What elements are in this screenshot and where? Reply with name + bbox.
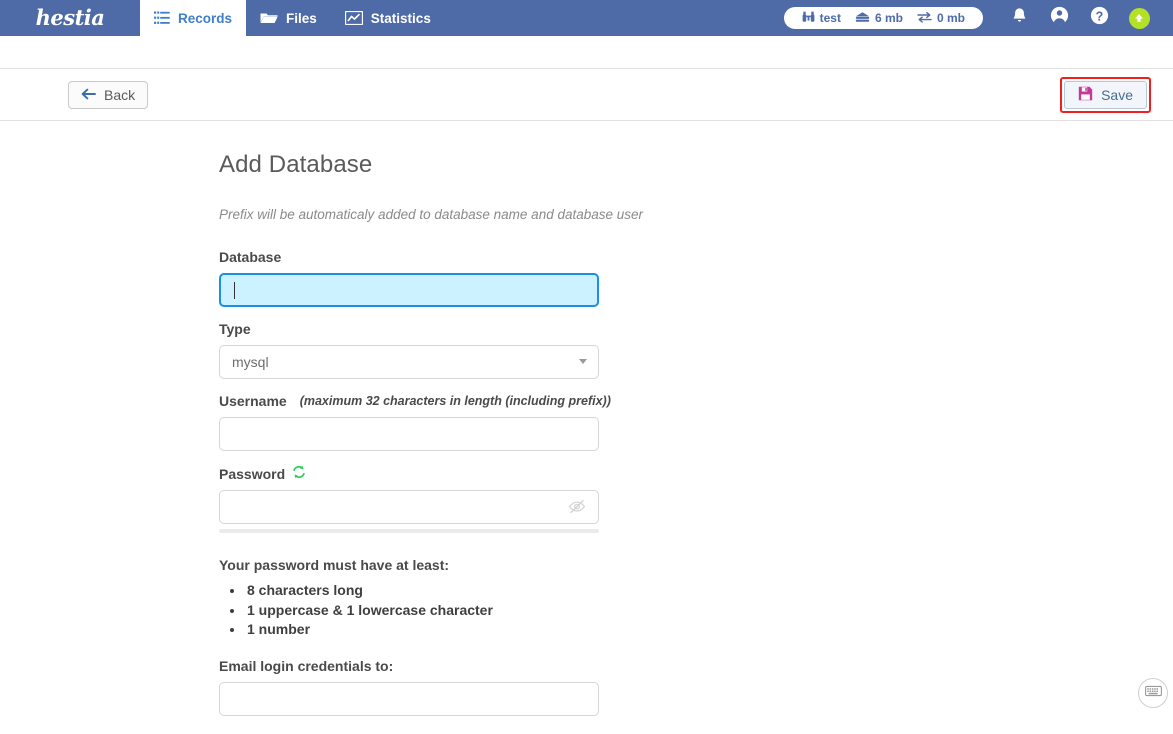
nav-tab-records[interactable]: Records <box>140 0 247 36</box>
exchange-icon <box>917 11 932 26</box>
field-email: Email login credentials to: <box>219 658 1173 716</box>
stat-disk-label: 6 mb <box>874 11 903 25</box>
nav-tab-files-label: Files <box>286 10 317 26</box>
username-hint: (maximum 32 characters in length (includ… <box>299 394 611 408</box>
save-button[interactable]: Save <box>1064 80 1147 109</box>
type-label: Type <box>219 321 251 337</box>
bell-icon <box>1011 7 1028 30</box>
help-button[interactable]: ? <box>1079 0 1119 36</box>
chart-line-icon <box>344 11 363 25</box>
nav-tab-statistics-label: Statistics <box>370 10 431 26</box>
action-toolbar: Back Save <box>0 69 1173 121</box>
floppy-save-icon <box>1078 86 1093 104</box>
stat-disk: 6 mb <box>848 11 910 26</box>
brand-text: hestia <box>35 4 105 30</box>
eye-slash-icon[interactable] <box>568 498 586 520</box>
email-label: Email login credentials to: <box>219 657 394 674</box>
type-select-value: mysql <box>232 354 269 370</box>
sub-navigation-band <box>0 36 1173 69</box>
database-input-wrap <box>219 273 599 307</box>
navbar-right-area: test 6 mb 0 mb ? <box>783 0 1173 36</box>
nav-tab-statistics[interactable]: Statistics <box>331 0 445 36</box>
stat-bandwidth-label: 0 mb <box>936 11 965 25</box>
hestia-logo[interactable]: hestia <box>0 0 140 36</box>
password-requirements-title: Your password must have at least: <box>219 557 450 573</box>
password-requirements-list: 8 characters long 1 uppercase & 1 lowerc… <box>219 581 1173 640</box>
database-label: Database <box>219 249 282 265</box>
password-input[interactable] <box>219 490 599 524</box>
question-circle-icon: ? <box>1090 6 1109 30</box>
upgrade-arrow-icon <box>1128 7 1150 29</box>
field-database: Database <box>219 249 1173 307</box>
database-input[interactable] <box>219 273 599 307</box>
password-label: Password <box>219 465 286 482</box>
field-password: Password <box>219 465 1173 533</box>
nav-tab-records-label: Records <box>178 10 233 26</box>
text-caret <box>234 282 235 299</box>
username-label: Username <box>219 393 287 409</box>
password-requirements: Your password must have at least: 8 char… <box>219 557 1173 640</box>
field-type: Type mysql <box>219 321 1173 379</box>
password-label-row: Password <box>219 465 1173 482</box>
binoculars-icon <box>802 11 815 26</box>
database-icon <box>855 11 870 26</box>
form-note: Prefix will be automaticaly added to dat… <box>219 207 644 222</box>
refresh-generate-icon[interactable] <box>292 465 306 482</box>
email-input-wrap <box>219 681 599 716</box>
primary-nav-tabs: Records Files Statistics <box>140 0 445 36</box>
top-navbar: hestia Records Files Statistics test 6 m… <box>0 0 1173 36</box>
stat-user: test <box>795 11 848 26</box>
email-input[interactable] <box>219 681 599 716</box>
stat-bandwidth: 0 mb <box>910 11 972 26</box>
back-button[interactable]: Back <box>68 80 149 109</box>
tasks-icon <box>154 11 170 25</box>
upgrade-button[interactable] <box>1119 0 1159 36</box>
notifications-button[interactable] <box>999 0 1039 36</box>
password-input-wrap <box>219 490 599 524</box>
svg-text:?: ? <box>1095 9 1103 23</box>
folder-icon <box>260 11 278 25</box>
username-label-row: Username (maximum 32 characters in lengt… <box>219 393 1173 409</box>
main-content: Add Database Prefix will be automaticaly… <box>0 121 1173 733</box>
stat-user-label: test <box>819 11 841 25</box>
username-input[interactable] <box>219 417 599 451</box>
account-button[interactable] <box>1039 0 1079 36</box>
save-button-highlight: Save <box>1060 76 1151 113</box>
save-button-label: Save <box>1101 86 1133 103</box>
onscreen-keyboard-button[interactable] <box>1138 678 1168 708</box>
arrow-left-icon <box>81 87 96 103</box>
username-input-wrap <box>219 417 599 451</box>
user-circle-icon <box>1050 6 1069 30</box>
password-strength-bar <box>219 529 599 533</box>
nav-tab-files[interactable]: Files <box>246 0 331 36</box>
requirement-item: 1 number <box>245 620 1173 640</box>
type-select[interactable]: mysql <box>219 345 599 379</box>
page-title: Add Database <box>219 151 373 178</box>
field-username: Username (maximum 32 characters in lengt… <box>219 393 1173 451</box>
keyboard-icon <box>1144 684 1162 702</box>
requirement-item: 1 uppercase & 1 lowercase character <box>245 601 1173 621</box>
back-button-label: Back <box>104 86 136 103</box>
chevron-down-icon <box>579 359 587 364</box>
server-stats-pill[interactable]: test 6 mb 0 mb <box>783 7 983 29</box>
requirement-item: 8 characters long <box>245 581 1173 601</box>
type-select-wrap: mysql <box>219 345 599 379</box>
